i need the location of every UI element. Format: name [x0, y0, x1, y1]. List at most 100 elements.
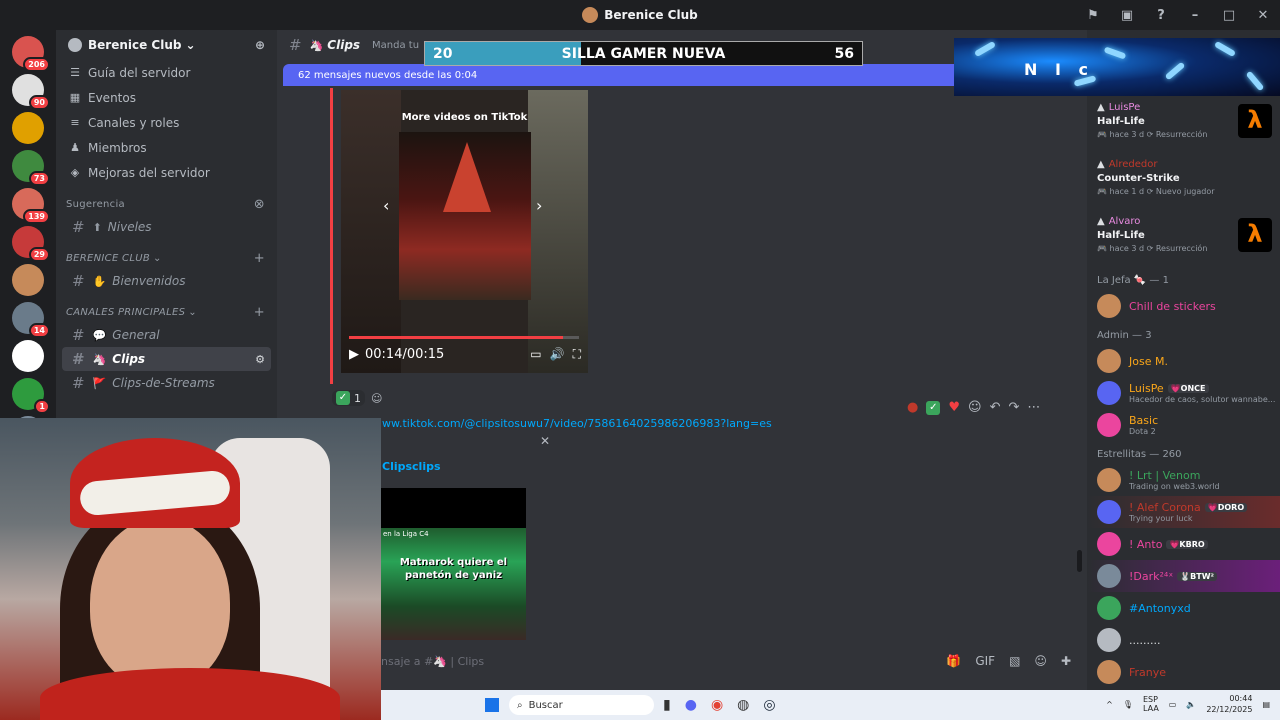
heart-reaction-icon[interactable]: ♥	[948, 400, 960, 415]
server-icon[interactable]: 29	[12, 226, 50, 262]
member-item[interactable]: Basic Dota 2	[1087, 409, 1280, 441]
avatar-reaction-icon[interactable]: ●	[907, 400, 918, 415]
member-item[interactable]: Franye	[1087, 656, 1280, 688]
embed-image[interactable]: en la Liga C4 Matnarok quiere el panetón…	[381, 488, 526, 640]
chrome-icon[interactable]: ◉	[711, 697, 723, 713]
reply-icon[interactable]: ↶	[990, 400, 1001, 415]
member-item[interactable]: !Dark²⁴ˣ 🐰BTW²	[1087, 560, 1280, 592]
prev-video-icon[interactable]: ‹	[383, 196, 389, 215]
activity-card[interactable]: ▲ LuisPe Half-Life 🎮 hace 3 d ⟳ Resurrecció…	[1087, 96, 1280, 153]
discord-app-icon[interactable]: ●	[685, 697, 697, 713]
tiktok-link[interactable]: ww.tiktok.com/@clipsitosuwu7/video/75861…	[382, 417, 772, 430]
nav-item[interactable]: ☰ Guía del servidor	[56, 60, 277, 85]
channel-settings-icon[interactable]: ⚙	[255, 353, 265, 366]
message-input[interactable]: nsaje a #🦄 | Clips 🎁 GIF ▧ ☺ ✚	[381, 650, 1071, 672]
steam-icon[interactable]: ◎	[763, 697, 775, 713]
up-arrow-emoji-icon: ⬆	[92, 220, 102, 234]
nav-item[interactable]: ◈ Mejoras del servidor	[56, 160, 277, 185]
server-icon[interactable]	[12, 264, 44, 296]
server-icon[interactable]: 14	[12, 302, 50, 338]
server-icon[interactable]	[12, 340, 44, 372]
channel-bienvenidos[interactable]: # ✋ Bienvenidos	[62, 269, 271, 293]
server-icon[interactable]: 90	[12, 74, 50, 110]
scrollbar[interactable]	[1077, 550, 1082, 572]
nav-item[interactable]: ≡ Canales y roles	[56, 110, 277, 135]
server-icon[interactable]: 1	[12, 378, 50, 414]
channel-item[interactable]: # 🚩 Clips-de-Streams	[62, 371, 271, 395]
volume-icon[interactable]: 🔊	[550, 347, 565, 362]
inbox-icon[interactable]: ⚑	[1076, 8, 1110, 23]
member-item[interactable]: Jose M.	[1087, 345, 1280, 377]
category-berenice-club[interactable]: BERENICE CLUB ⌄ +	[56, 247, 277, 269]
embed-title[interactable]: Clipsclips	[382, 460, 441, 473]
invite-icon[interactable]: ⊕	[255, 38, 265, 52]
hash-icon: #	[72, 218, 85, 236]
server-list: 206907313929141215	[0, 30, 56, 452]
server-header[interactable]: Berenice Club ⌄ ⊕	[56, 30, 277, 60]
nav-item[interactable]: ▦ Eventos	[56, 85, 277, 110]
mention-highlight	[330, 88, 333, 384]
check-reaction-icon[interactable]: ✓	[926, 400, 941, 415]
dismiss-icon[interactable]: ⊗	[254, 197, 265, 212]
chevron-up-icon[interactable]: ^	[1106, 700, 1113, 709]
nav-item[interactable]: ♟ Miembros	[56, 135, 277, 160]
add-channel-icon[interactable]: +	[254, 251, 265, 266]
member-item[interactable]: LuisPe 💗ONCE Hacedor de caos, solutor wann…	[1087, 377, 1280, 409]
activity-card[interactable]: ▲ Alvaro Half-Life 🎮 hace 3 d ⟳ Resurrecció…	[1087, 210, 1280, 267]
apps-icon[interactable]: ✚	[1061, 654, 1071, 668]
member-item[interactable]: ! Alef Corona 💗DORO Trying your luck	[1087, 496, 1280, 528]
member-item[interactable]: ! Anto 💗KBRO	[1087, 528, 1280, 560]
add-reaction-icon[interactable]: ☺	[371, 392, 382, 405]
server-icon[interactable]: 206	[12, 36, 50, 72]
network-icon[interactable]: ▭	[1169, 700, 1177, 709]
category-canales-principales[interactable]: CANALES PRINCIPALES ⌄ +	[56, 301, 277, 323]
next-video-icon[interactable]: ›	[536, 196, 542, 215]
maximize-button[interactable]: □	[1212, 8, 1246, 23]
channel-item[interactable]: # 🦄 Clips ⚙	[62, 347, 271, 371]
server-icon[interactable]: 139	[12, 188, 50, 224]
gift-icon[interactable]: 🎁	[946, 654, 961, 668]
member-item[interactable]: #Antonyxd	[1087, 592, 1280, 624]
language-indicator[interactable]: ESP LAA	[1143, 695, 1159, 713]
server-icon[interactable]: 73	[12, 150, 50, 186]
help-icon[interactable]: ?	[1144, 8, 1178, 23]
fullscreen-icon[interactable]: ⛶	[573, 347, 581, 362]
channel-niveles[interactable]: # ⬆ Niveles	[62, 215, 271, 239]
unicorn-icon: 🦄	[309, 38, 324, 52]
channel-item[interactable]: # 💬 General	[62, 323, 271, 347]
activity-card[interactable]: ▲ Alrededor Counter-Strike 🎮 hace 1 d ⟳ Nue…	[1087, 153, 1280, 210]
screen-icon[interactable]: ▣	[1110, 8, 1144, 23]
user-dot-icon: ▲	[1097, 216, 1105, 227]
task-view-icon[interactable]: ▮	[663, 697, 671, 713]
close-button[interactable]: ✕	[1246, 8, 1280, 23]
member-item[interactable]: ! Lrt | Venom Trading on web3.world	[1087, 464, 1280, 496]
emoji-icon[interactable]: ☺	[1034, 654, 1047, 668]
close-embed-icon[interactable]: ✕	[540, 434, 550, 448]
mic-icon[interactable]: 🎙	[1123, 700, 1133, 709]
more-icon[interactable]: ⋯	[1027, 400, 1040, 415]
server-icon[interactable]	[12, 112, 44, 144]
video-progress-bar[interactable]	[349, 336, 579, 339]
add-reaction-icon[interactable]: ☺	[968, 400, 982, 415]
obs-icon[interactable]: ◍	[737, 697, 749, 713]
new-messages-bar[interactable]: 62 mensajes nuevos desde las 0:04	[283, 64, 973, 86]
sticker-icon[interactable]: ▧	[1009, 654, 1020, 668]
windows-start-icon[interactable]	[485, 698, 499, 712]
captions-icon[interactable]: ▭	[530, 347, 541, 362]
clock[interactable]: 00:44 22/12/2025	[1206, 693, 1252, 715]
member-item[interactable]: .........	[1087, 624, 1280, 656]
play-icon[interactable]: ▶	[349, 347, 359, 362]
tiktok-video-embed[interactable]: More videos on TikTok ‹ › ▶ 00:14/00:15 …	[341, 90, 588, 373]
notification-icon[interactable]: ▤	[1262, 700, 1270, 709]
goal-target: 56	[834, 45, 854, 62]
reaction-check[interactable]: ✓ 1	[332, 390, 365, 406]
hash-icon: #	[72, 350, 85, 368]
goal-current: 20	[433, 45, 453, 62]
member-item[interactable]: Chill de stickers	[1087, 290, 1280, 322]
gif-icon[interactable]: GIF	[975, 654, 995, 668]
taskbar-search[interactable]: ⌕ Buscar	[509, 695, 654, 715]
volume-icon[interactable]: 🔈	[1186, 700, 1196, 709]
forward-icon[interactable]: ↷	[1008, 400, 1019, 415]
add-channel-icon[interactable]: +	[254, 305, 265, 320]
minimize-button[interactable]: –	[1178, 8, 1212, 23]
